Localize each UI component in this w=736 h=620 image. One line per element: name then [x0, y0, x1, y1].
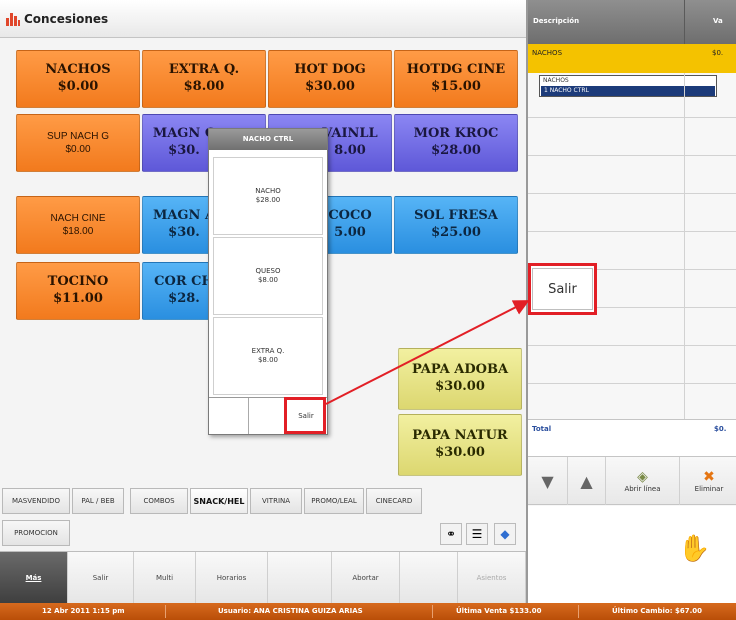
- annotation-arrow-icon: [325, 300, 530, 405]
- status-last-sale: Última Venta $133.00: [456, 607, 542, 615]
- status-last-change: Último Cambio: $67.00: [612, 607, 702, 615]
- status-user: Usuario: ANA CRISTINA GUIZA ARIAS: [218, 607, 363, 615]
- status-bar: 12 Abr 2011 1:15 pm Usuario: ANA CRISTIN…: [0, 603, 736, 620]
- status-datetime: 12 Abr 2011 1:15 pm: [42, 607, 125, 615]
